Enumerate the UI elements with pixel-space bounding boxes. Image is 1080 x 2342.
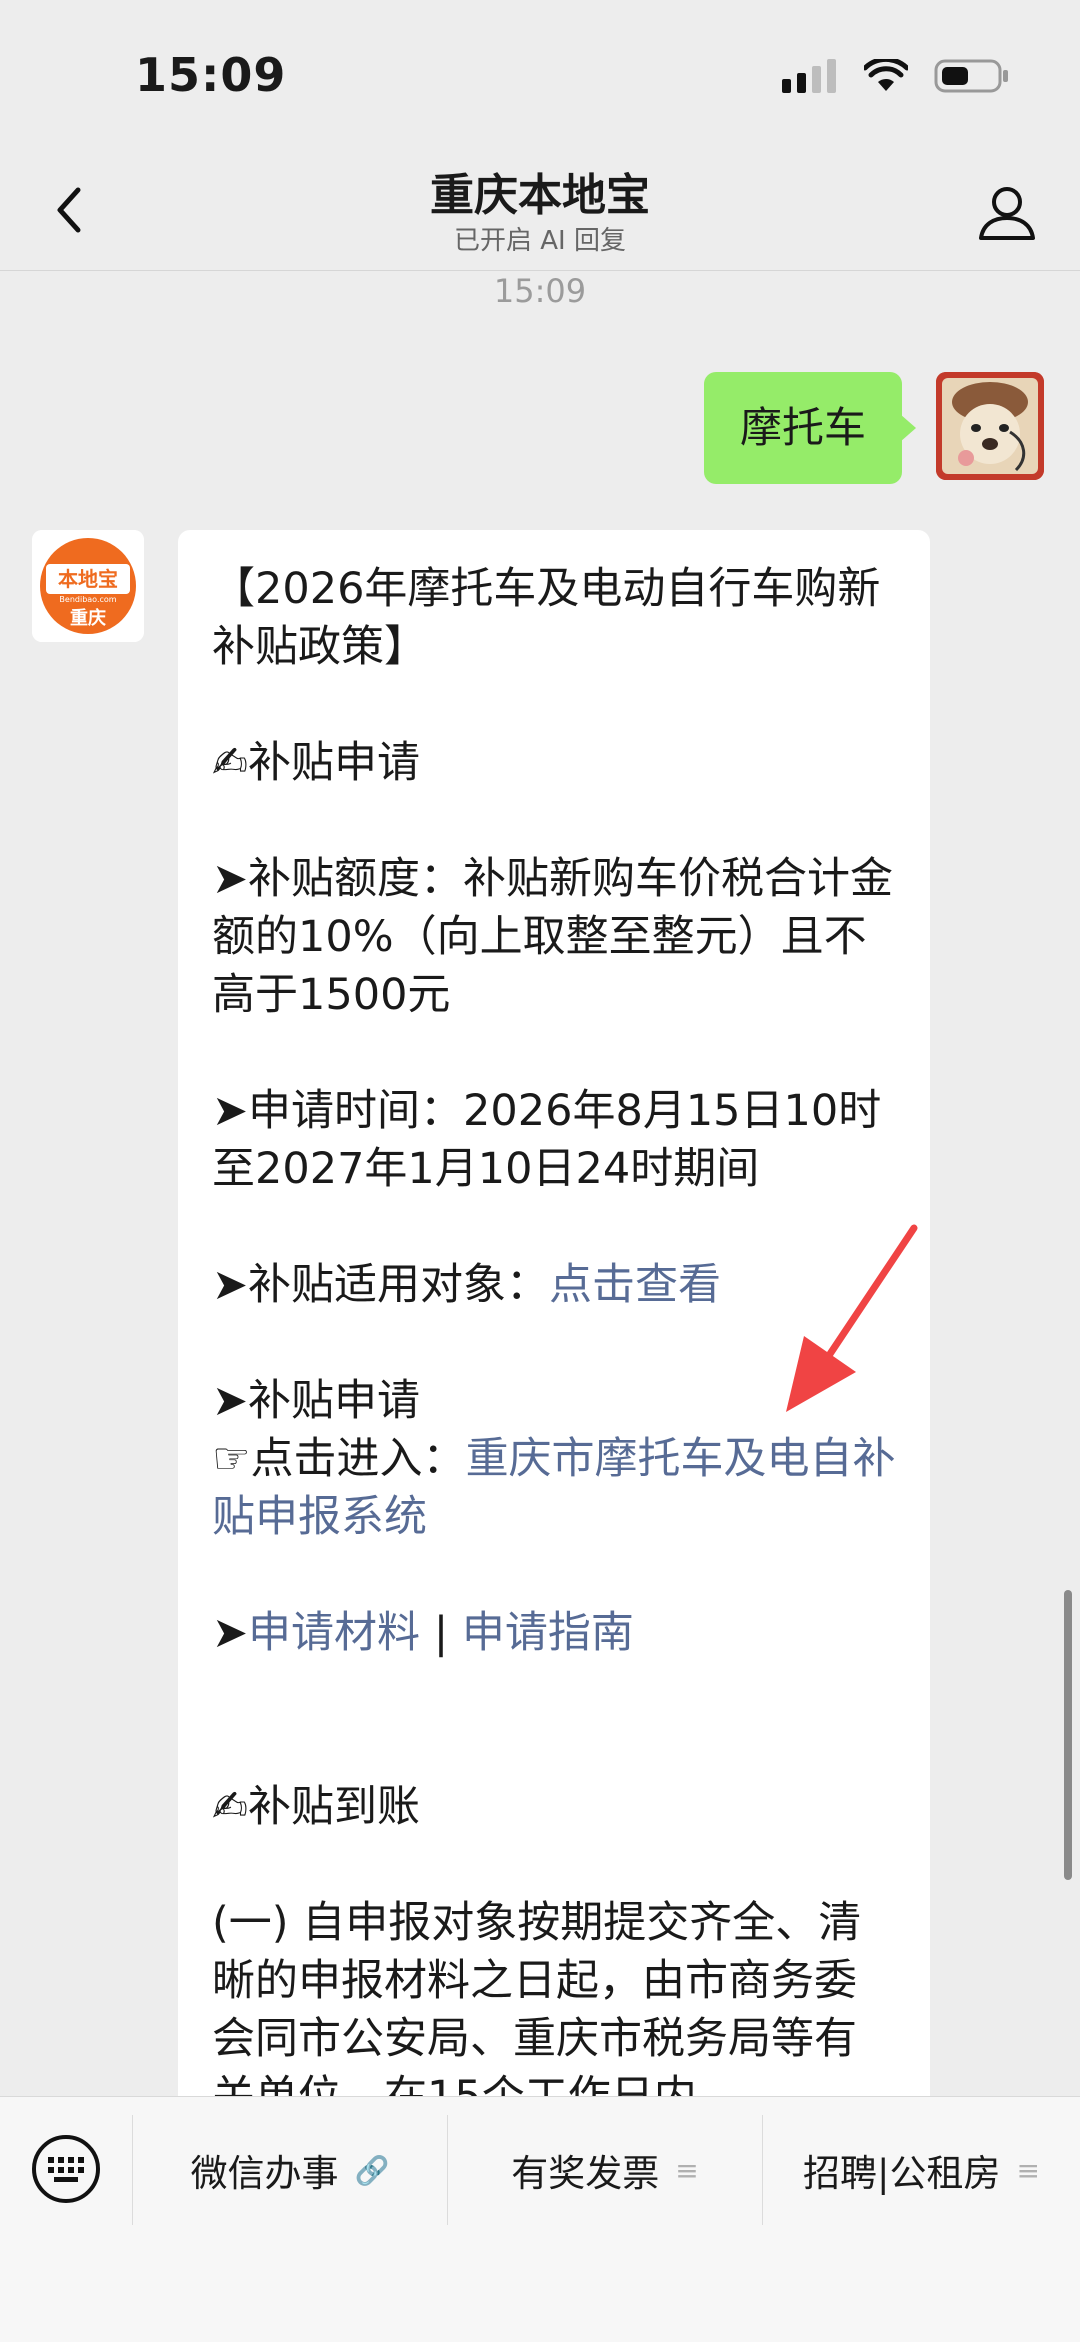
submenu-icon: ≡: [675, 2153, 699, 2187]
menu-item-label: 招聘|公租房: [803, 2152, 1001, 2195]
materials-line: ➤申请材料 | 申请指南: [212, 1604, 896, 1662]
nav-title-group: 重庆本地宝 已开启 AI 回复: [0, 168, 1080, 258]
message-timestamp: 15:09: [493, 272, 587, 310]
section-apply-heading: ✍补贴申请: [212, 734, 896, 792]
annotation-arrow-icon: [786, 1224, 918, 1412]
status-time: 15:09: [135, 48, 287, 102]
menu-item-jobs-housing[interactable]: 招聘|公租房 ≡: [763, 2127, 1080, 2213]
target-link[interactable]: 点击查看: [549, 1260, 721, 1310]
materials-link[interactable]: 申请材料: [248, 1608, 420, 1658]
reply-title: 【2026年摩托车及电动自行车购新补贴政策】: [212, 564, 881, 672]
keyboard-icon[interactable]: [30, 2133, 102, 2205]
signal-icon: [782, 59, 836, 93]
entry-prefix: ☞点击进入：: [212, 1434, 466, 1484]
submenu-icon: ≡: [1016, 2153, 1040, 2187]
entry-line: ☞点击进入：重庆市摩托车及电自补贴申报系统: [212, 1430, 896, 1546]
profile-icon[interactable]: [974, 180, 1040, 246]
menu-item-label: 微信办事: [190, 2152, 339, 2195]
apply-time-text: ➤申请时间：2026年8月15日10时至2027年1月10日24时期间: [212, 1086, 882, 1194]
dog-avatar-image: [936, 372, 1044, 480]
bendibao-logo: 本地宝 Bendibao.com 重庆: [32, 530, 144, 642]
link-icon: 🔗: [354, 2153, 390, 2187]
section-arrival-label: 补贴到账: [248, 1782, 421, 1832]
wifi-icon: [864, 59, 908, 91]
logo-mid-text: Bendibao.com: [59, 595, 116, 604]
scrollbar-thumb[interactable]: [1064, 1590, 1072, 1880]
menu-item-label: 有奖发票: [511, 2152, 660, 2195]
menu-item-invoice-prize[interactable]: 有奖发票 ≡: [448, 2127, 762, 2213]
battery-icon: [934, 59, 1008, 93]
nav-subtitle: 已开启 AI 回复: [454, 226, 626, 256]
menu-item-wechat-services[interactable]: 微信办事 🔗: [133, 2127, 447, 2213]
bot-avatar[interactable]: 本地宝 Bendibao.com 重庆: [32, 530, 144, 642]
materials-prefix: ➤: [212, 1608, 249, 1658]
writing-hand-icon-2: ✍: [212, 1782, 249, 1832]
logo-top-text: 本地宝: [58, 567, 118, 591]
status-bar: 15:09: [0, 0, 1080, 150]
arrival-text: (一) 自申报对象按期提交齐全、清晰的申报材料之日起，由市商务委会同市公安局、重…: [212, 1898, 862, 2122]
user-message-bubble[interactable]: 摩托车: [703, 372, 917, 484]
bottom-menu: 微信办事 🔗 有奖发票 ≡ 招聘|公租房 ≡: [0, 2096, 1080, 2342]
user-avatar[interactable]: [936, 372, 1044, 480]
target-prefix: ➤补贴适用对象：: [212, 1260, 550, 1310]
nav-title: 重庆本地宝: [430, 170, 650, 221]
nav-bar: 重庆本地宝 已开启 AI 回复: [0, 150, 1080, 271]
subsidy-amount-text: ➤补贴额度：补贴新购车价税合计金额的10%（向上取整至整元）且不高于1500元: [212, 854, 894, 1020]
section-arrival-heading: ✍补贴到账: [212, 1778, 896, 1836]
guide-link[interactable]: 申请指南: [462, 1608, 634, 1658]
writing-hand-icon: ✍: [212, 738, 249, 788]
status-icons: [782, 58, 1010, 94]
section-apply-label: 补贴申请: [248, 738, 421, 788]
logo-bottom-text: 重庆: [70, 607, 106, 629]
materials-separator: |: [420, 1608, 462, 1658]
